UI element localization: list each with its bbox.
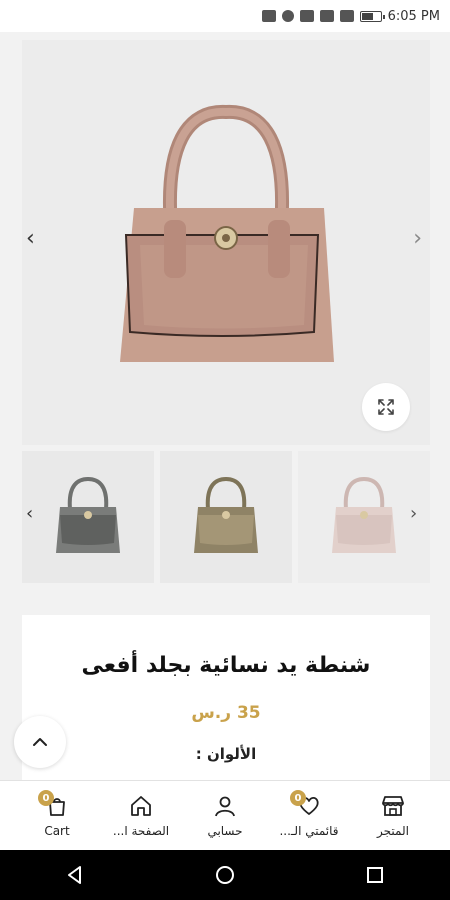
- nav-label-store: المتجر: [377, 823, 409, 838]
- signal-icon: [319, 10, 334, 22]
- vibrate-icon: [261, 10, 276, 22]
- pink-handbag-image: [120, 104, 334, 362]
- pink-bag-image: [332, 476, 396, 553]
- alarm-icon: [281, 10, 294, 22]
- nav-item-wishlist[interactable]: 0 قائمتي الـ...: [270, 781, 348, 850]
- system-navigation-bar: [0, 850, 450, 900]
- recents-square-icon[interactable]: [364, 864, 386, 886]
- status-time: 6:05 PM: [387, 8, 440, 24]
- nav-label-wishlist: قائمتي الـ...: [279, 823, 339, 838]
- user-icon: [215, 796, 235, 816]
- thumbnail-strip: ‹ ›: [22, 451, 450, 583]
- wifi-icon: [299, 10, 314, 22]
- expand-icon: [378, 399, 394, 415]
- home-circle-icon[interactable]: [214, 864, 236, 886]
- product-title: شنطة يد نسائية بجلد أفعى: [81, 653, 371, 678]
- thumbnail-next-arrow-icon[interactable]: ›: [410, 503, 417, 524]
- cart-badge: 0: [38, 790, 54, 806]
- gallery-next-arrow-icon[interactable]: ›: [413, 226, 422, 251]
- nav-item-home[interactable]: الصفحة ا...: [102, 781, 180, 850]
- home-icon: [131, 795, 151, 816]
- status-icons: [261, 10, 385, 22]
- bottom-navigation: 0 Cart الصفحة ا... حسابي 0 قائمتي الـ...: [0, 780, 450, 850]
- olive-bag-thumbnail[interactable]: [160, 451, 292, 583]
- nav-label-account: حسابي: [207, 823, 243, 838]
- main-product-image[interactable]: ‹ ›: [22, 40, 430, 445]
- nav-item-store[interactable]: المتجر: [354, 781, 432, 850]
- status-bar: 6:05 PM: [0, 0, 450, 32]
- colors-label: الألوان :: [195, 745, 257, 763]
- store-icon: [382, 795, 404, 816]
- gallery-prev-arrow-icon[interactable]: ‹: [26, 226, 35, 251]
- nav-item-cart[interactable]: 0 Cart: [18, 781, 96, 850]
- battery-icon: [359, 10, 385, 22]
- chevron-up-icon: [33, 738, 47, 746]
- nav-label-home: الصفحة ا...: [112, 823, 170, 838]
- thumbnail-prev-arrow-icon[interactable]: ‹: [26, 503, 33, 524]
- scroll-to-top-button[interactable]: [14, 716, 66, 768]
- grey-bag-thumbnail[interactable]: [22, 451, 154, 583]
- product-info-card: شنطة يد نسائية بجلد أفعى 35 ر.س الألوان …: [22, 615, 430, 785]
- olive-bag-image: [194, 476, 258, 553]
- zoom-button[interactable]: [362, 383, 410, 431]
- signal-icon-2: [339, 10, 354, 22]
- grey-bag-image: [56, 476, 120, 553]
- nav-item-account[interactable]: حسابي: [186, 781, 264, 850]
- product-price: 35 ر.س: [191, 703, 261, 723]
- back-triangle-icon[interactable]: [64, 864, 86, 886]
- nav-label-cart: Cart: [44, 823, 70, 838]
- wishlist-badge: 0: [290, 790, 306, 806]
